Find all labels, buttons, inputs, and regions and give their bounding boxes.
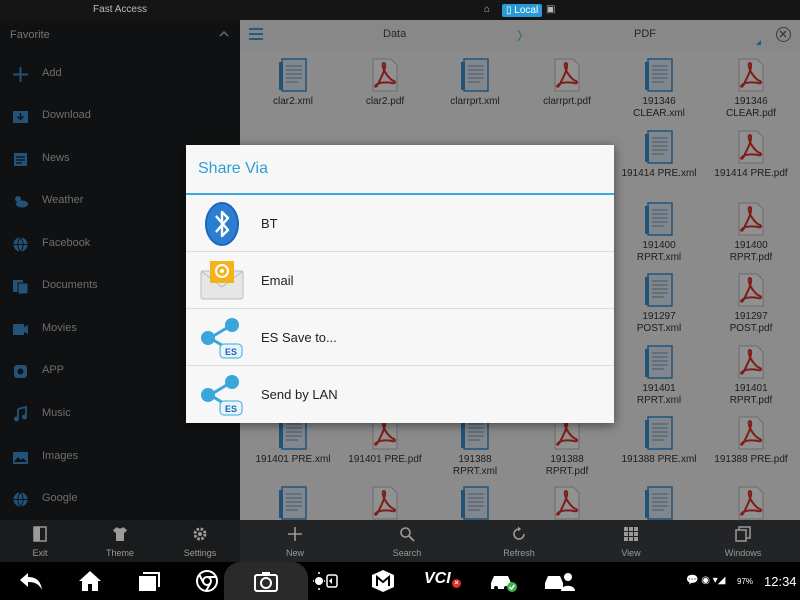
toolbar-windows-button[interactable]: Windows: [703, 520, 783, 562]
es-share-icon: ES: [201, 318, 243, 359]
browser-icon[interactable]: [194, 569, 220, 593]
battery-level: 97%: [737, 577, 754, 586]
toolbar-refresh-button[interactable]: Refresh: [479, 520, 559, 562]
exit-icon: [33, 526, 47, 542]
system-navigation-bar: VCI × 💬 ◉ ▾◢ 97% 12:34: [0, 562, 800, 600]
clock: 12:34: [764, 574, 797, 589]
toolbar-theme-button[interactable]: Theme: [80, 520, 160, 562]
theme-shirt-icon: [113, 527, 127, 541]
gear-icon: [193, 527, 207, 541]
svg-text:ES: ES: [225, 347, 237, 357]
vci-disconnected-icon: ×: [452, 579, 461, 588]
car-user-icon[interactable]: [543, 569, 575, 593]
toolbar-label: View: [621, 548, 641, 558]
toolbar-label: Theme: [105, 548, 134, 558]
recent-apps-icon[interactable]: [136, 569, 162, 593]
svg-text:ES: ES: [225, 404, 237, 414]
vci-label: VCI: [424, 570, 451, 587]
windows-icon: [735, 526, 751, 542]
share-option-bt[interactable]: BT: [186, 195, 614, 252]
bottom-toolbar: Exit Theme Settings New Search Refresh V…: [0, 520, 800, 562]
local-location-badge[interactable]: ▯ Local: [502, 4, 543, 17]
home-small-icon: ⌂: [484, 4, 491, 15]
car-check-icon[interactable]: [488, 569, 518, 593]
camera-icon[interactable]: [253, 569, 279, 593]
toolbar-search-button[interactable]: Search: [367, 520, 447, 562]
share-option-label: ES Save to...: [261, 330, 337, 345]
toolbar-exit-button[interactable]: Exit: [0, 520, 80, 562]
fast-access-title: Fast Access: [93, 4, 147, 15]
gallery-small-icon: ▣: [546, 4, 556, 15]
share-option-send-lan[interactable]: ES Send by LAN: [186, 366, 614, 423]
share-option-label: BT: [261, 216, 278, 231]
share-option-label: Send by LAN: [261, 387, 338, 402]
vci-button[interactable]: VCI ×: [424, 570, 464, 594]
top-status-strip: Fast Access ⌂ ▯ Local ▣: [0, 0, 800, 20]
brightness-volume-icon[interactable]: [312, 569, 338, 593]
dialog-title: Share Via: [198, 160, 268, 177]
plus-icon: [288, 527, 302, 541]
status-icons: 💬 ◉ ▾◢: [686, 575, 726, 586]
maxisys-m-icon[interactable]: [370, 569, 396, 593]
es-share-icon: ES: [201, 375, 243, 416]
grid-view-icon: [624, 527, 638, 541]
toolbar-label: Refresh: [503, 548, 535, 558]
refresh-icon: [513, 526, 525, 540]
toolbar-label: Search: [392, 548, 422, 558]
toolbar-new-button[interactable]: New: [255, 520, 335, 562]
share-via-dialog: Share Via BT Email ES ES Save to... ES S…: [186, 145, 614, 423]
email-icon: [200, 261, 244, 300]
share-option-email[interactable]: Email: [186, 252, 614, 309]
toolbar-settings-button[interactable]: Settings: [160, 520, 240, 562]
toolbar-label: Settings: [183, 548, 217, 558]
home-icon[interactable]: [77, 569, 103, 593]
bluetooth-icon: [205, 202, 239, 246]
share-option-es-save[interactable]: ES ES Save to...: [186, 309, 614, 366]
back-icon[interactable]: [18, 569, 44, 593]
search-icon: [400, 527, 415, 542]
toolbar-label: Windows: [724, 548, 762, 558]
toolbar-label: Exit: [32, 548, 48, 558]
share-option-label: Email: [261, 273, 294, 288]
toolbar-label: New: [285, 548, 304, 558]
toolbar-view-button[interactable]: View: [591, 520, 671, 562]
